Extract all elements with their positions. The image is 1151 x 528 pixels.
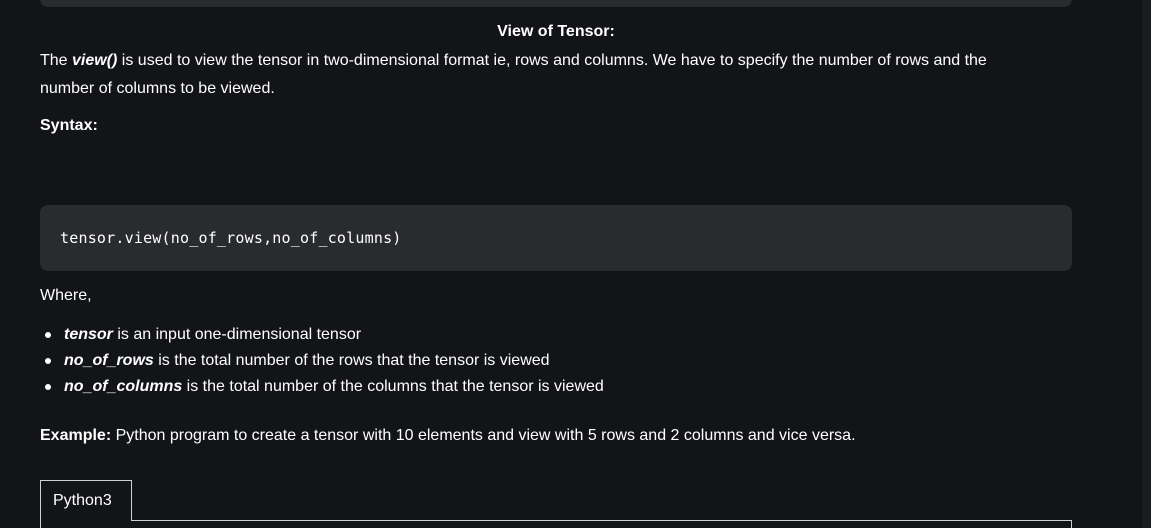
previous-code-block	[40, 0, 1072, 7]
list-item: no_of_columns is the total number of the…	[40, 374, 604, 400]
syntax-code: tensor.view(no_of_rows,no_of_columns)	[60, 229, 402, 247]
example-text: Example: Python program to create a tens…	[40, 426, 856, 446]
list-item: no_of_rows is the total number of the ro…	[40, 348, 604, 374]
where-label: Where,	[40, 287, 92, 304]
bullet-icon	[45, 384, 51, 390]
bullet-icon	[45, 332, 51, 338]
section-heading: View of Tensor:	[497, 23, 615, 40]
param-desc: is the total number of the rows that the…	[153, 352, 550, 369]
intro-line2: number of columns to be viewed.	[40, 80, 275, 97]
tab-divider	[132, 520, 1072, 521]
example-description: Python program to create a tensor with 1…	[111, 427, 856, 444]
intro-paragraph: The view() is used to view the tensor in…	[40, 47, 1080, 103]
parameter-list: tensor is an input one-dimensional tenso…	[40, 322, 604, 400]
param-desc: is the total number of the columns that …	[182, 378, 604, 395]
syntax-code-block: tensor.view(no_of_rows,no_of_columns)	[40, 205, 1072, 271]
intro-line1: is used to view the tensor in two-dimens…	[117, 52, 987, 69]
param-name: no_of_columns	[64, 378, 183, 395]
scrollbar-track[interactable]	[1142, 0, 1151, 528]
code-tab-panel	[40, 520, 1072, 528]
tab-python3[interactable]: Python3	[40, 480, 132, 521]
param-desc: is an input one-dimensional tensor	[112, 326, 362, 343]
tab-label: Python3	[53, 492, 112, 509]
param-name: no_of_rows	[64, 352, 154, 369]
intro-prefix: The	[40, 52, 73, 69]
bullet-icon	[45, 358, 51, 364]
param-name: tensor	[64, 326, 113, 343]
syntax-label: Syntax:	[40, 117, 98, 134]
list-item: tensor is an input one-dimensional tenso…	[40, 322, 604, 348]
example-label: Example:	[40, 427, 112, 444]
intro-keyword: view()	[72, 52, 118, 69]
